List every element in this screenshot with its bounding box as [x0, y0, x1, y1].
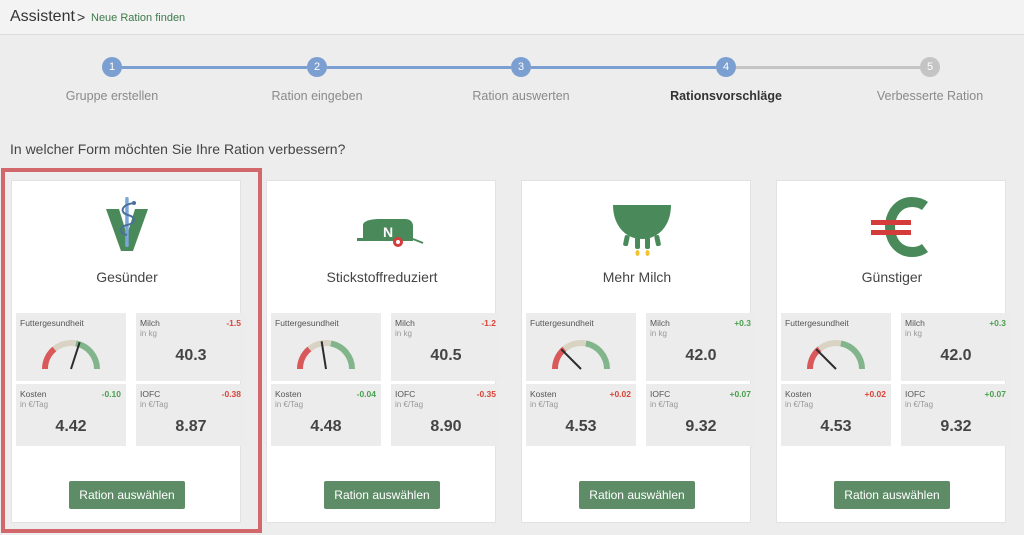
metric-delta: +0.3 [989, 318, 1006, 328]
gauge-segment [817, 340, 842, 352]
breadcrumb-current[interactable]: Neue Ration finden [91, 12, 185, 24]
iofc-metric: IOFC in €/Tag +0.07 9.32 [646, 384, 756, 446]
breadcrumb-root[interactable]: Assistent [10, 8, 75, 26]
metric-delta: -0.35 [476, 389, 496, 399]
cost-metric: Kosten in €/Tag -0.04 4.48 [271, 384, 381, 446]
gauge-segment [307, 340, 332, 352]
metric-label: Milch [395, 318, 415, 328]
step-4-circle[interactable]: 4 [716, 57, 736, 77]
step-connector-2 [327, 66, 511, 69]
metric-label: Kosten [530, 389, 557, 399]
udder-milk-icon [522, 195, 752, 257]
metric-unit: in €/Tag [905, 400, 934, 409]
metric-value: 42.0 [940, 347, 972, 364]
metric-unit: in €/Tag [650, 400, 679, 409]
feed-health-metric: Futtergesundheit [271, 313, 381, 381]
select-ration-button[interactable]: Ration auswählen [834, 481, 950, 509]
feed-health-gauge [297, 340, 355, 370]
metric-label: Kosten [275, 389, 302, 399]
option-card-nitrogen-reduced[interactable]: N Stickstoffreduziert Futtergesundheit M… [266, 180, 501, 523]
metric-value: 40.5 [430, 347, 462, 364]
step-3-label: Ration auswerten [472, 89, 570, 103]
gauge-needle [560, 348, 582, 370]
card-title: Stickstoffreduziert [326, 269, 438, 285]
feed-health-gauge [552, 340, 610, 370]
metric-unit: in kg [650, 329, 667, 338]
metric-value: 9.32 [685, 418, 717, 435]
feed-health-gauge [807, 340, 865, 370]
metric-delta: +0.07 [984, 389, 1006, 399]
step-2-circle[interactable]: 2 [307, 57, 327, 77]
step-1-label: Gruppe erstellen [65, 89, 159, 103]
metric-label: Kosten [785, 389, 812, 399]
metric-value: 4.53 [565, 418, 597, 435]
metric-value: 8.90 [430, 418, 462, 435]
gauge-segment [840, 340, 865, 370]
step-5-label: Verbesserte Ration [876, 89, 984, 103]
metric-unit: in kg [395, 329, 412, 338]
metric-label: Milch [650, 318, 670, 328]
metric-delta: -1.2 [481, 318, 496, 328]
page-question: In welcher Form möchten Sie Ihre Ration … [10, 141, 346, 157]
gauge-segment [585, 340, 610, 370]
step-2-label: Ration eingeben [271, 89, 363, 103]
cost-metric: Kosten in €/Tag +0.02 4.53 [781, 384, 891, 446]
metric-delta: -0.04 [356, 389, 376, 399]
metric-unit: in €/Tag [530, 400, 559, 409]
metric-unit: in kg [905, 329, 922, 338]
metric-label: Futtergesundheit [530, 318, 594, 328]
milk-metric: Milch in kg +0.3 42.0 [901, 313, 1011, 381]
metric-unit: in €/Tag [395, 400, 424, 409]
select-ration-button[interactable]: Ration auswählen [579, 481, 695, 509]
svg-text:N: N [383, 224, 393, 240]
gauge-needle [815, 348, 837, 370]
nitrogen-spreader-icon: N [267, 195, 497, 257]
metric-delta: +0.07 [729, 389, 751, 399]
metric-label: Futtergesundheit [275, 318, 339, 328]
feed-health-metric: Futtergesundheit [781, 313, 891, 381]
step-connector-3 [531, 66, 716, 69]
selection-highlight-frame [1, 168, 262, 533]
metric-value: 4.48 [310, 418, 342, 435]
milk-metric: Milch in kg -1.2 40.5 [391, 313, 501, 381]
top-bar: Assistent > Neue Ration finden [0, 0, 1024, 35]
step-3-circle[interactable]: 3 [511, 57, 531, 77]
progress-stepper: 1 2 3 4 5 Gruppe erstellen Ration eingeb… [0, 35, 1024, 115]
gauge-segment [562, 340, 587, 352]
step-4-label: Rationsvorschläge [670, 89, 782, 103]
step-5-circle[interactable]: 5 [920, 57, 940, 77]
option-card-cheaper[interactable]: Günstiger Futtergesundheit Milch in kg +… [776, 180, 1011, 523]
select-ration-button[interactable]: Ration auswählen [324, 481, 440, 509]
gauge-segment [297, 346, 312, 370]
breadcrumb-separator: > [77, 9, 86, 25]
metric-label: IOFC [905, 389, 926, 399]
gauge-segment [330, 340, 355, 370]
card-title: Mehr Milch [602, 269, 672, 285]
metric-delta: +0.02 [609, 389, 631, 399]
feed-health-metric: Futtergesundheit [526, 313, 636, 381]
cost-metric: Kosten in €/Tag +0.02 4.53 [526, 384, 636, 446]
step-connector-1 [122, 66, 307, 69]
step-connector-4 [736, 66, 920, 69]
metric-value: 42.0 [685, 347, 717, 364]
metric-delta: +0.02 [864, 389, 886, 399]
milk-metric: Milch in kg +0.3 42.0 [646, 313, 756, 381]
metric-label: Milch [905, 318, 925, 328]
step-1-circle[interactable]: 1 [102, 57, 122, 77]
iofc-metric: IOFC in €/Tag -0.35 8.90 [391, 384, 501, 446]
euro-icon [777, 195, 1007, 258]
metric-label: IOFC [395, 389, 416, 399]
iofc-metric: IOFC in €/Tag +0.07 9.32 [901, 384, 1011, 446]
metric-delta: +0.3 [734, 318, 751, 328]
metric-unit: in €/Tag [785, 400, 814, 409]
metric-value: 4.53 [820, 418, 852, 435]
metric-label: Futtergesundheit [785, 318, 849, 328]
metric-value: 9.32 [940, 418, 972, 435]
card-title: Günstiger [861, 269, 923, 285]
option-card-more-milk[interactable]: Mehr Milch Futtergesundheit Milch in kg … [521, 180, 756, 523]
metric-label: IOFC [650, 389, 671, 399]
metric-unit: in €/Tag [275, 400, 304, 409]
